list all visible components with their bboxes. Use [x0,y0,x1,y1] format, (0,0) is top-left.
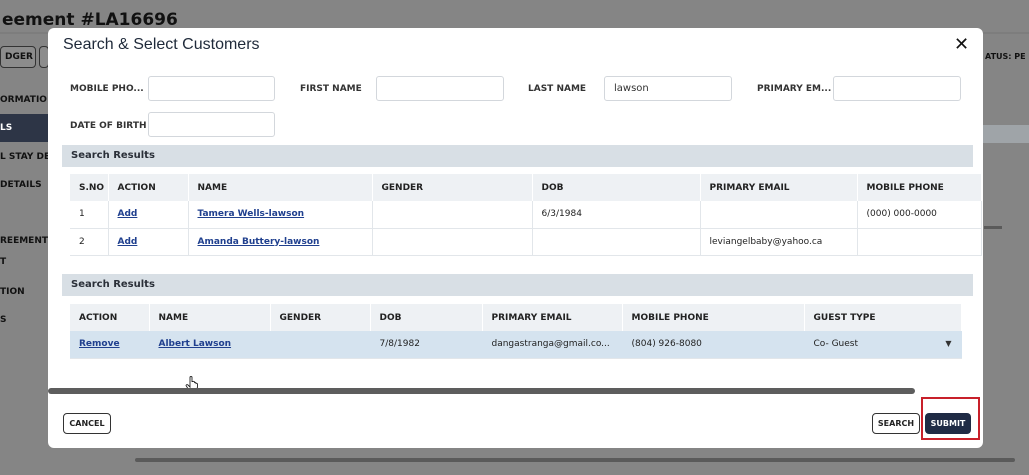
cell-email: dangastranga@gmail.co... [482,331,623,359]
cancel-button[interactable]: CANCEL [63,413,111,434]
primary-email-label: PRIMARY EM... [757,84,832,94]
col-guest-type[interactable]: GUEST TYPE [804,304,962,331]
ledger-button: DGER [0,46,36,68]
sidebar-item-tion: TION [0,287,25,297]
page-title: eement #LA16696 [2,10,178,30]
col-mobile-phone[interactable]: MOBILE PHONE [622,304,805,331]
cell-gender [270,331,371,359]
table-header-row: ACTION NAME GENDER DOB PRIMARY EMAIL MOB… [70,304,962,331]
selected-customers-table: ACTION NAME GENDER DOB PRIMARY EMAIL MOB… [70,304,962,359]
sidebar-item-other-details: DETAILS [0,180,42,190]
add-link[interactable]: Add [118,209,138,219]
table-row: 1 Add Tamera Wells-lawson 6/3/1984 (000)… [70,201,982,229]
guest-type-value: Co- Guest [813,339,859,350]
search-button[interactable]: SEARCH [872,413,920,434]
cell-dob: 6/3/1984 [532,201,701,229]
chevron-down-icon[interactable]: ▼ [945,339,951,348]
primary-email-input[interactable] [833,76,961,101]
col-action: ACTION [70,304,150,331]
col-primary-email[interactable]: PRIMARY EMAIL [700,174,858,201]
search-results-table: S.NO ACTION NAME GENDER DOB PRIMARY EMAI… [70,174,982,256]
sidebar-item-stay-details: L STAY DE [0,152,48,162]
customer-name-link[interactable]: Albert Lawson [159,339,232,349]
guest-type-select[interactable]: Co- Guest ▼ [804,331,962,359]
cell-gender [372,228,533,256]
cell-sno: 2 [70,228,109,256]
remove-link[interactable]: Remove [79,339,120,349]
col-primary-email[interactable]: PRIMARY EMAIL [482,304,623,331]
first-name-label: FIRST NAME [300,84,362,94]
status-text: ATUS: PE [985,52,1026,61]
cell-phone [857,228,982,256]
background-horizontal-scrollbar [135,458,1015,462]
search-results-header: Search Results [62,145,973,167]
sidebar-item-information: ORMATIO [0,95,47,105]
mobile-phone-label: MOBILE PHO... [70,84,144,94]
first-name-input[interactable] [376,76,504,101]
selected-results-header: Search Results [62,274,973,296]
customer-name-link[interactable]: Amanda Buttery-lawson [198,237,320,247]
add-link[interactable]: Add [118,237,138,247]
sidebar-item-details: LS [0,123,13,133]
table-header-row: S.NO ACTION NAME GENDER DOB PRIMARY EMAI… [70,174,982,201]
sidebar-item-agreement: REEMENT [0,236,48,246]
close-icon[interactable]: ✕ [954,34,969,55]
sidebar-item-s: S [0,315,7,325]
mobile-phone-input[interactable] [148,76,275,101]
date-of-birth-label: DATE OF BIRTH [70,121,147,131]
cell-email [700,201,858,229]
search-customers-modal: Search & Select Customers ✕ MOBILE PHO..… [48,28,983,448]
submit-highlight-box [921,397,980,440]
col-sno: S.NO [70,174,109,201]
background-scrollbar [984,226,1002,229]
col-dob[interactable]: DOB [370,304,483,331]
last-name-label: LAST NAME [528,84,587,94]
horizontal-scrollbar[interactable] [48,388,915,394]
col-action: ACTION [108,174,189,201]
col-name[interactable]: NAME [188,174,373,201]
cell-sno: 1 [70,201,109,229]
sidebar-item-t: T [0,257,7,267]
selected-row: Remove Albert Lawson 7/8/1982 dangastran… [70,331,962,359]
cell-gender [372,201,533,229]
col-dob[interactable]: DOB [532,174,701,201]
last-name-input[interactable] [604,76,732,101]
col-gender[interactable]: GENDER [372,174,533,201]
modal-title: Search & Select Customers [63,36,260,53]
table-row: 2 Add Amanda Buttery-lawson leviangelbab… [70,228,982,256]
cell-phone: (000) 000-0000 [857,201,982,229]
cell-email: leviangelbaby@yahoo.ca [700,228,858,256]
date-of-birth-input[interactable] [148,112,275,137]
col-gender[interactable]: GENDER [270,304,371,331]
cell-dob [532,228,701,256]
col-name[interactable]: NAME [149,304,271,331]
col-mobile-phone[interactable]: MOBILE PHONE [857,174,982,201]
cell-dob: 7/8/1982 [370,331,483,359]
cell-phone: (804) 926-8080 [622,331,805,359]
customer-name-link[interactable]: Tamera Wells-lawson [198,209,305,219]
